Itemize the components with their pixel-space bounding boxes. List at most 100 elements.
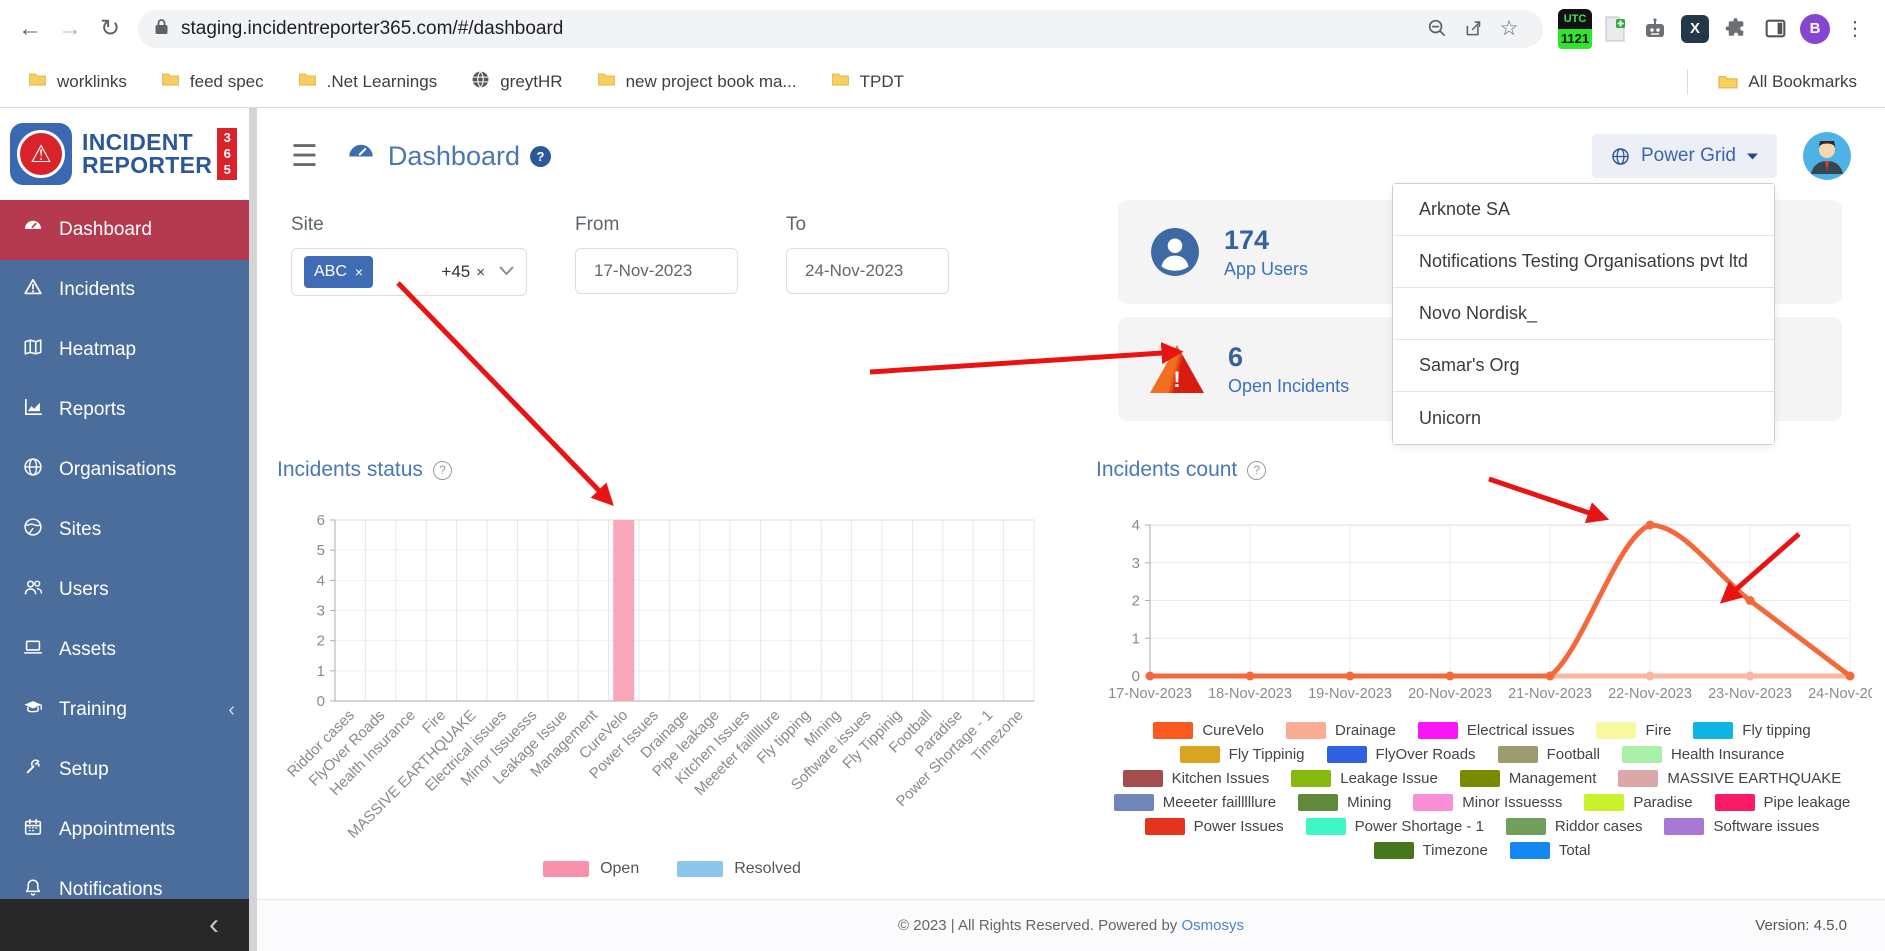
legend-leakage-issue[interactable]: Leakage Issue [1291, 770, 1438, 787]
legend-minor-issuesss[interactable]: Minor Issuesss [1413, 794, 1562, 811]
clear-all-icon[interactable]: × [476, 264, 485, 281]
legend-timezone[interactable]: Timezone [1374, 842, 1488, 859]
legend-swatch [1693, 722, 1733, 739]
extensions-puzzle-icon[interactable] [1718, 12, 1752, 46]
browser-menu-icon[interactable]: ⋮ [1838, 12, 1872, 46]
sidebar-item-organisations[interactable]: Organisations [0, 440, 249, 500]
forward-icon[interactable]: → [50, 9, 90, 49]
bookmark-feed-spec[interactable]: feed spec [147, 64, 278, 100]
legend-electrical-issues[interactable]: Electrical issues [1418, 722, 1575, 739]
sidebar-item-assets[interactable]: Assets [0, 620, 249, 680]
incidents-status-title: Incidents status [277, 458, 423, 482]
reload-icon[interactable]: ↻ [90, 9, 130, 49]
bookmark-tpdt[interactable]: TPDT [817, 64, 918, 100]
legend-swatch [1418, 722, 1458, 739]
address-bar[interactable]: staging.incidentreporter365.com/#/dashbo… [138, 10, 1543, 48]
bookmark-greythr[interactable]: greytHR [457, 64, 576, 100]
share-icon[interactable] [1455, 18, 1491, 39]
legend-swatch [1114, 794, 1154, 811]
legend-massive-earthquake[interactable]: MASSIVE EARTHQUAKE [1618, 770, 1841, 787]
graduation-cap-icon [22, 696, 44, 724]
sidebar-item-incidents[interactable]: Incidents [0, 260, 249, 320]
svg-text:23-Nov-2023: 23-Nov-2023 [1708, 686, 1792, 702]
legend-open[interactable]: Open [543, 860, 639, 878]
org-option[interactable]: Unicorn [1393, 392, 1774, 444]
legend-fire[interactable]: Fire [1596, 722, 1671, 739]
org-option[interactable]: Novo Nordisk_ [1393, 288, 1774, 340]
org-option[interactable]: Notifications Testing Organisations pvt … [1393, 236, 1774, 288]
hamburger-menu-icon[interactable]: ☰ [291, 139, 318, 174]
legend-swatch [1510, 842, 1550, 859]
org-option[interactable]: Arknote SA [1393, 184, 1774, 236]
site-more-count[interactable]: +45× [441, 262, 485, 282]
legend-power-shortage-1[interactable]: Power Shortage - 1 [1306, 818, 1484, 835]
legend-meeeter-failllllure[interactable]: Meeeter failllllure [1114, 794, 1276, 811]
legend-mining[interactable]: Mining [1298, 794, 1391, 811]
site-multiselect[interactable]: ABC × +45× [291, 248, 527, 296]
legend-curevelo[interactable]: CureVelo [1153, 722, 1264, 739]
legend-software-issues[interactable]: Software issues [1664, 818, 1819, 835]
zoom-out-icon[interactable] [1419, 18, 1455, 39]
osmosys-link[interactable]: Osmosys [1181, 917, 1244, 934]
sidebar-item-dashboard[interactable]: Dashboard [0, 200, 249, 260]
legend-swatch [1498, 746, 1538, 763]
bookmark-worklinks[interactable]: worklinks [14, 64, 141, 100]
sidebar-item-training[interactable]: Training ‹ [0, 680, 249, 740]
legend-fly-tippinig[interactable]: Fly Tippinig [1180, 746, 1305, 763]
browser-profile-avatar[interactable]: B [1798, 12, 1832, 46]
back-icon[interactable]: ← [10, 9, 50, 49]
chart-help-icon[interactable]: ? [1247, 461, 1266, 480]
legend-riddor-cases[interactable]: Riddor cases [1506, 818, 1643, 835]
chip-remove-icon[interactable]: × [355, 264, 363, 280]
legend-pipe-leakage[interactable]: Pipe leakage [1715, 794, 1851, 811]
warning-circle-icon: ⚠ [17, 130, 65, 178]
sidebar-scrollbar[interactable] [249, 108, 257, 951]
legend-power-issues[interactable]: Power Issues [1145, 818, 1284, 835]
count-chart-legend: CureVelo Drainage Electrical issues Fire… [1110, 722, 1854, 859]
sidebar-item-setup[interactable]: Setup [0, 740, 249, 800]
legend-fly-tipping[interactable]: Fly tipping [1693, 722, 1810, 739]
legend-paradise[interactable]: Paradise [1584, 794, 1692, 811]
app-logo[interactable]: ⚠ INCIDENT REPORTER 365 [0, 108, 249, 200]
sidebar-item-heatmap[interactable]: Heatmap [0, 320, 249, 380]
legend-football[interactable]: Football [1498, 746, 1600, 763]
legend-drainage[interactable]: Drainage [1286, 722, 1396, 739]
all-bookmarks[interactable]: All Bookmarks [1704, 66, 1871, 98]
org-option[interactable]: Samar's Org [1393, 340, 1774, 392]
utc-clock-extension-icon[interactable]: UTC 1121 [1558, 12, 1592, 46]
sidebar-item-appointments[interactable]: Appointments [0, 800, 249, 860]
url-text[interactable]: staging.incidentreporter365.com/#/dashbo… [181, 18, 1419, 40]
sidebar-collapse-bar[interactable]: ‹ [0, 899, 249, 951]
legend-flyover-roads[interactable]: FlyOver Roads [1327, 746, 1476, 763]
select-caret-icon[interactable] [499, 263, 514, 281]
x-extension-icon[interactable]: X [1678, 12, 1712, 46]
bookmark-star-icon[interactable]: ☆ [1491, 16, 1527, 41]
bookmark--net-learnings[interactable]: .Net Learnings [284, 64, 452, 100]
new-doc-extension-icon[interactable] [1598, 12, 1632, 46]
sidebar-item-users[interactable]: Users [0, 560, 249, 620]
to-date-input[interactable]: 24-Nov-2023 [786, 248, 949, 294]
sidebar-item-sites[interactable]: Sites [0, 500, 249, 560]
org-selector-button[interactable]: Power Grid [1592, 134, 1777, 178]
bookmark-new-project-book-ma-[interactable]: new project book ma... [583, 64, 811, 100]
user-avatar[interactable] [1803, 132, 1851, 180]
sidebar-item-reports[interactable]: Reports [0, 380, 249, 440]
from-date-input[interactable]: 17-Nov-2023 [575, 248, 738, 294]
site-chip[interactable]: ABC × [304, 256, 373, 288]
browser-toolbar: ← → ↻ staging.incidentreporter365.com/#/… [0, 0, 1885, 57]
legend-management[interactable]: Management [1460, 770, 1597, 787]
page-help-icon[interactable]: ? [530, 146, 551, 167]
legend-total[interactable]: Total [1510, 842, 1591, 859]
robot-extension-icon[interactable] [1638, 12, 1672, 46]
side-panel-icon[interactable] [1758, 12, 1792, 46]
legend-resolved[interactable]: Resolved [677, 860, 801, 878]
app-footer: © 2023 | All Rights Reserved. Powered by… [257, 899, 1885, 951]
collapse-chevron-icon[interactable]: ‹ [209, 908, 219, 942]
legend-health-insurance[interactable]: Health Insurance [1622, 746, 1784, 763]
calendar-icon [22, 816, 44, 844]
legend-kitchen-issues[interactable]: Kitchen Issues [1123, 770, 1270, 787]
sidebar-item-label: Notifications [59, 879, 163, 901]
chart-help-icon[interactable]: ? [433, 461, 452, 480]
svg-text:3: 3 [1132, 555, 1140, 572]
svg-text:17-Nov-2023: 17-Nov-2023 [1108, 686, 1192, 702]
